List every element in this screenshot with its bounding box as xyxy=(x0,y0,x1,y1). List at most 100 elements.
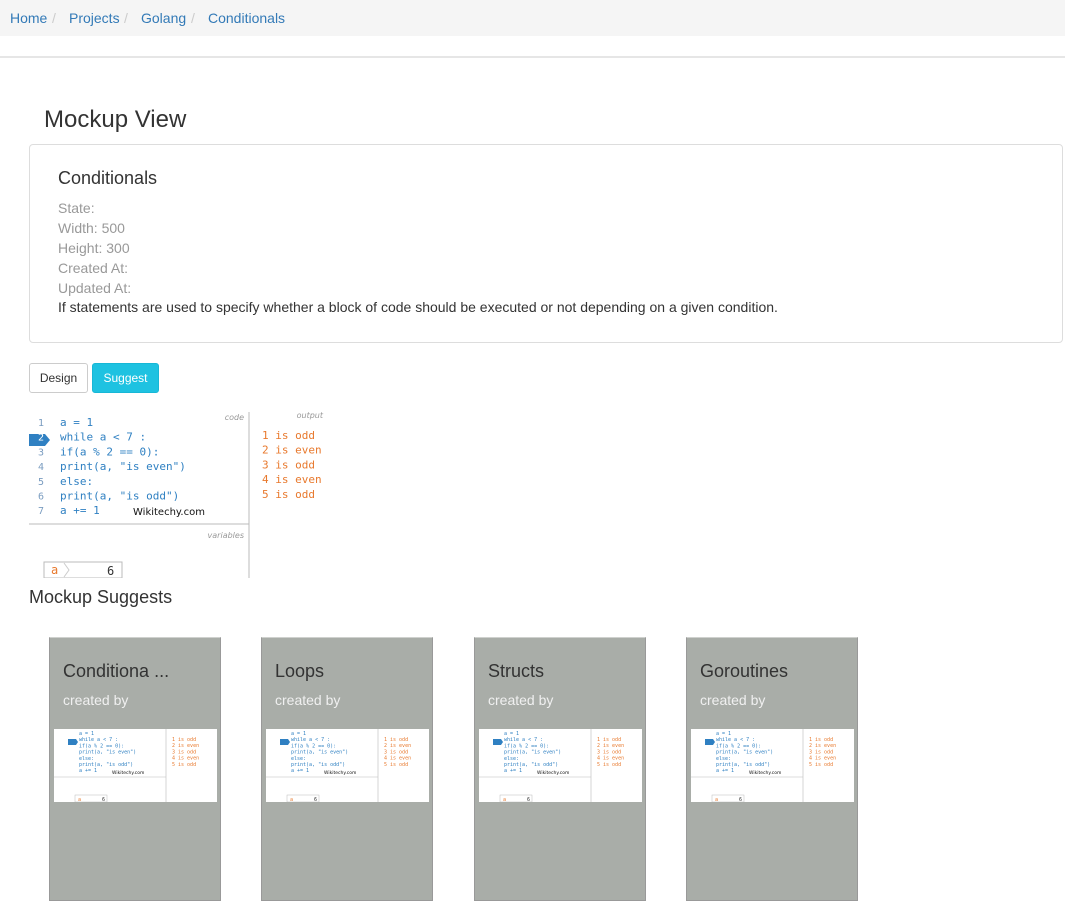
thumbnail-code-line: while a < 7 : xyxy=(504,737,543,743)
card-thumbnail: a = 1 while a < 7 : if(a % 2 == 0): print… xyxy=(479,729,642,802)
current-line-arrow-icon xyxy=(493,739,503,745)
thumbnail-variable-value: 6 xyxy=(739,797,742,802)
thumbnail-output-line: 4 is even xyxy=(597,756,624,762)
thumbnail-code-line: print(a, "is even") xyxy=(716,750,773,756)
thumbnail-output-line: 1 is odd xyxy=(809,737,833,743)
breadcrumb-home[interactable]: Home xyxy=(10,10,47,26)
code-line: if(a % 2 == 0): xyxy=(60,445,159,458)
thumbnail-output-line: 5 is odd xyxy=(172,762,196,768)
thumbnail-code-line: a += 1 xyxy=(504,768,522,774)
thumbnail-code-line: a = 1 xyxy=(716,731,731,737)
thumbnail-variable-name: a xyxy=(503,797,506,802)
output-line: 5 is odd xyxy=(262,488,315,501)
thumbnail-output-line: 2 is even xyxy=(172,743,199,749)
thumbnail-output-line: 1 is odd xyxy=(597,737,621,743)
output-line: 1 is odd xyxy=(262,429,315,442)
updated-at-label: Updated At: xyxy=(58,280,132,296)
thumbnail-code-line: if(a % 2 == 0): xyxy=(716,743,761,749)
breadcrumb-separator: / xyxy=(52,10,56,26)
thumbnail-code-line: if(a % 2 == 0): xyxy=(291,743,336,749)
thumbnail-watermark: Wikitechy.com xyxy=(112,770,144,776)
thumbnail-code-line: while a < 7 : xyxy=(291,737,330,743)
watermark: Wikitechy.com xyxy=(133,507,205,518)
suggests-title: Mockup Suggests xyxy=(29,587,173,607)
card-thumbnail: a = 1 while a < 7 : if(a % 2 == 0): print… xyxy=(54,729,217,802)
thumbnail-code-line: a = 1 xyxy=(504,731,519,737)
design-button[interactable]: Design xyxy=(29,363,88,393)
thumbnail-code-line: else: xyxy=(716,756,731,762)
line-number: 4 xyxy=(38,462,44,473)
thumbnail-variable-value: 6 xyxy=(102,797,105,802)
line-number: 5 xyxy=(38,477,44,488)
thumbnail-code-line: a += 1 xyxy=(291,768,309,774)
thumbnail-output-line: 4 is even xyxy=(384,756,411,762)
thumbnail-code-line: a += 1 xyxy=(716,768,734,774)
thumbnail-preview: a = 1while a < 7 : if(a % 2 == 0): print… xyxy=(479,729,624,802)
thumbnail-variable-name: a xyxy=(290,797,293,802)
breadcrumb-projects[interactable]: Projects xyxy=(69,10,120,26)
output-line: 4 is even xyxy=(262,473,322,486)
suggest-card[interactable]: Structs created by a = 1 while a < 7 : if… xyxy=(474,637,646,901)
current-line-arrow-icon xyxy=(280,739,290,745)
thumbnail-variable-name: a xyxy=(715,797,718,802)
card-created-by: created by xyxy=(63,692,129,708)
card-title: Conditiona ... xyxy=(63,661,170,681)
thumbnail-output-line: 4 is even xyxy=(172,756,199,762)
output-line: 3 is odd xyxy=(262,458,315,471)
thumbnail-code-line: print(a, "is odd") xyxy=(291,762,345,768)
thumbnail-output-line: 3 is odd xyxy=(384,749,408,755)
thumbnail-output-line: 5 is odd xyxy=(384,762,408,768)
mockup-preview-image: code output variables 1 2 3 4 5 6 7 a = 1 while… xyxy=(29,408,329,579)
card-created-by: created by xyxy=(275,692,341,708)
code-visualizer: code output variables 1 2 3 4 5 6 7 a = 1 while… xyxy=(29,411,324,579)
line-number: 6 xyxy=(38,492,44,503)
thumbnail-code-line: print(a, "is even") xyxy=(291,750,348,756)
line-number: 3 xyxy=(38,447,44,458)
card-title: Structs xyxy=(488,661,545,681)
line-number: 7 xyxy=(38,506,44,517)
card-created-by: created by xyxy=(488,692,554,708)
thumbnail-code-line: if(a % 2 == 0): xyxy=(79,743,124,749)
output-label: output xyxy=(297,411,324,420)
breadcrumb-separator: / xyxy=(124,10,128,26)
suggest-card[interactable]: Loops created by a = 1 while a < 7 : if(a… xyxy=(261,637,433,901)
thumbnail-output-line: 1 is odd xyxy=(384,737,408,743)
thumbnail-variable-value: 6 xyxy=(314,797,317,802)
breadcrumb-conditionals[interactable]: Conditionals xyxy=(208,10,285,26)
suggest-card[interactable]: Goroutines created by a = 1 while a < 7 :… xyxy=(686,637,858,901)
variable-name: a xyxy=(51,563,58,577)
variable-value: 6 xyxy=(107,564,114,578)
card-title: Loops xyxy=(275,661,325,681)
breadcrumb-separator: / xyxy=(191,10,195,26)
code-line: else: xyxy=(60,475,93,488)
suggest-button[interactable]: Suggest xyxy=(92,363,159,393)
suggest-card[interactable]: Conditiona ... created by a = 1 while a <… xyxy=(49,637,221,901)
thumbnail-output-line: 4 is even xyxy=(809,756,836,762)
thumbnail-output-line: 2 is even xyxy=(384,743,411,749)
thumbnail-code-line: print(a, "is odd") xyxy=(716,762,770,768)
line-number: 2 xyxy=(38,433,44,444)
card-created-by: created by xyxy=(700,692,766,708)
code-line: a += 1 xyxy=(60,504,100,517)
thumbnail-output-line: 5 is odd xyxy=(809,762,833,768)
breadcrumb: Home / Projects / Golang / Conditionals xyxy=(0,0,1065,36)
breadcrumb-golang[interactable]: Golang xyxy=(141,10,186,26)
thumbnail-code-line: a += 1 xyxy=(79,768,97,774)
card-thumbnail: a = 1 while a < 7 : if(a % 2 == 0): print… xyxy=(691,729,854,802)
mockup-name: Conditionals xyxy=(58,168,158,188)
thumbnail-code-line: print(a, "is odd") xyxy=(504,762,558,768)
line-number: 1 xyxy=(38,418,44,429)
thumbnail-code-line: if(a % 2 == 0): xyxy=(504,743,549,749)
thumbnail-output-line: 1 is odd xyxy=(172,737,196,743)
divider xyxy=(0,56,1065,58)
thumbnail-output-line: 3 is odd xyxy=(597,749,621,755)
thumbnail-watermark: Wikitechy.com xyxy=(749,770,781,776)
created-at-label: Created At: xyxy=(58,260,129,276)
code-line: print(a, "is even") xyxy=(60,460,186,473)
thumbnail-code-line: while a < 7 : xyxy=(79,737,118,743)
code-label: code xyxy=(225,413,244,422)
code-line: print(a, "is odd") xyxy=(60,490,179,503)
mockup-detail-panel: Conditionals State: Width: 500 Height: 3… xyxy=(29,144,1063,343)
thumbnail-code-line: else: xyxy=(79,756,94,762)
thumbnail-output-line: 2 is even xyxy=(597,743,624,749)
